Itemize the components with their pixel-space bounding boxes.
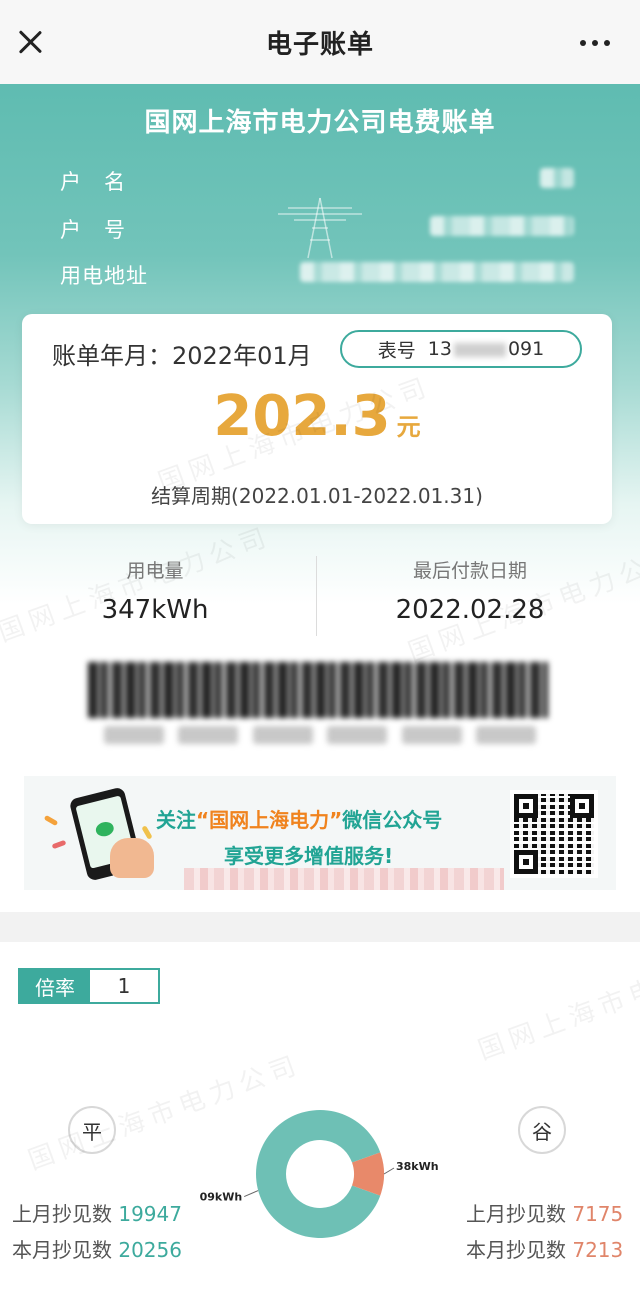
flat-prev-reading: 上月抄见数 19947 — [12, 1198, 182, 1227]
meter-redacted — [453, 342, 506, 357]
usage-stat: 用电量 347kWh — [30, 556, 280, 625]
bill-amount: 202.3 元 — [22, 384, 612, 449]
bill-month: 账单年月：2022年01月 — [52, 336, 312, 371]
confetti-decoration — [141, 825, 153, 840]
donut-label-flat: 309kWh — [200, 1191, 242, 1204]
nav-title: 电子账单 — [265, 29, 374, 60]
valley-prev-reading: 上月抄见数 7175 — [466, 1198, 623, 1227]
bill-summary-card: 账单年月：2022年01月 表号 13 091 202.3 元 结算周期(2022.… — [22, 314, 612, 524]
valley-curr-reading: 本月抄见数 7213 — [466, 1234, 623, 1263]
flat-rate-tag: 平 — [68, 1106, 116, 1154]
banner-prefix: 关注 — [156, 808, 196, 832]
watermark: 国网上海市电力公司 — [474, 939, 640, 1067]
meter-number-pill: 表号 13 091 — [340, 330, 582, 368]
more-options-icon[interactable] — [580, 40, 610, 46]
donut-leader-line — [243, 1190, 259, 1198]
flat-prev-value: 19947 — [118, 1202, 182, 1226]
multiplier-label: 倍率 — [20, 970, 90, 1002]
close-icon[interactable] — [14, 26, 46, 58]
valley-rate-tag: 谷 — [518, 1106, 566, 1154]
flat-prev-label: 上月抄见数 — [12, 1202, 112, 1226]
meter-prefix: 13 — [427, 338, 452, 360]
account-name-label: 户 名 — [60, 170, 126, 194]
hand-illustration — [110, 838, 154, 878]
bill-amount-value: 202.3 — [213, 384, 391, 449]
qr-code-icon[interactable] — [510, 790, 598, 878]
payment-barcode — [88, 662, 548, 718]
meter-number: 13 091 — [428, 338, 544, 360]
wechat-icon — [94, 820, 116, 839]
valley-curr-label: 本月抄见数 — [466, 1238, 566, 1262]
account-name-redacted — [540, 168, 574, 188]
donut-label-valley: 38kWh — [396, 1160, 439, 1173]
nav-bar: 电子账单 — [0, 0, 640, 84]
address-label: 用电地址 — [60, 264, 148, 288]
valley-prev-value: 7175 — [572, 1202, 624, 1226]
banner-brand: “国网上海电力” — [196, 808, 343, 832]
due-date-label: 最后付款日期 — [412, 560, 527, 582]
bill-amount-unit: 元 — [396, 413, 421, 441]
skyline-decoration — [184, 868, 504, 890]
meter-readings-section: 倍率 1 平 谷 上月抄见数 19947 本月抄见数 20256 上月抄见数 7… — [0, 940, 640, 1310]
account-number-label: 户 号 — [60, 218, 126, 242]
confetti-decoration — [51, 839, 67, 850]
banner-suffix: 微信公众号 — [342, 808, 443, 832]
flat-curr-reading: 本月抄见数 20256 — [12, 1234, 182, 1263]
billing-period: 结算周期(2022.01.01-2022.01.31) — [151, 484, 483, 508]
multiplier-value: 1 — [117, 974, 131, 998]
usage-value: 347kWh — [101, 595, 209, 625]
bill-month-label: 账单年月： — [52, 342, 172, 370]
confetti-decoration — [43, 814, 59, 827]
due-date-stat: 最后付款日期 2022.02.28 — [330, 556, 610, 625]
usage-label: 用电量 — [126, 560, 184, 582]
barcode-digits-redacted — [104, 726, 536, 748]
address-redacted — [300, 262, 574, 282]
banner-subline: 享受更多增值服务! — [224, 844, 394, 868]
usage-donut-chart: 309kWh 38kWh — [200, 1110, 439, 1238]
meter-suffix: 091 — [507, 338, 545, 360]
bill-month-value: 2022年01月 — [172, 342, 312, 370]
meter-label: 表号 — [377, 339, 416, 362]
bill-header-title: 国网上海市电力公司电费账单 — [144, 108, 496, 138]
account-number-redacted — [430, 216, 574, 236]
bill-hero: 国网上海市电力公司电费账单 户 名 户 号 用电地址 账单年月：2022年01月… — [0, 84, 640, 912]
multiplier-box: 倍率 1 — [18, 968, 160, 1004]
valley-prev-label: 上月抄见数 — [466, 1202, 566, 1226]
flat-curr-value: 20256 — [118, 1238, 182, 1262]
usage-stats: 用电量 347kWh 最后付款日期 2022.02.28 — [0, 556, 640, 636]
banner-headline: 关注“国网上海电力”微信公众号 — [156, 804, 442, 833]
due-date-value: 2022.02.28 — [395, 595, 545, 625]
flat-curr-label: 本月抄见数 — [12, 1238, 112, 1262]
wechat-follow-banner[interactable]: 关注“国网上海电力”微信公众号 享受更多增值服务! — [24, 776, 616, 890]
donut-leader-line — [383, 1167, 395, 1175]
power-pylon-icon — [278, 197, 362, 259]
stats-divider — [316, 556, 317, 636]
valley-curr-value: 7213 — [572, 1238, 624, 1262]
